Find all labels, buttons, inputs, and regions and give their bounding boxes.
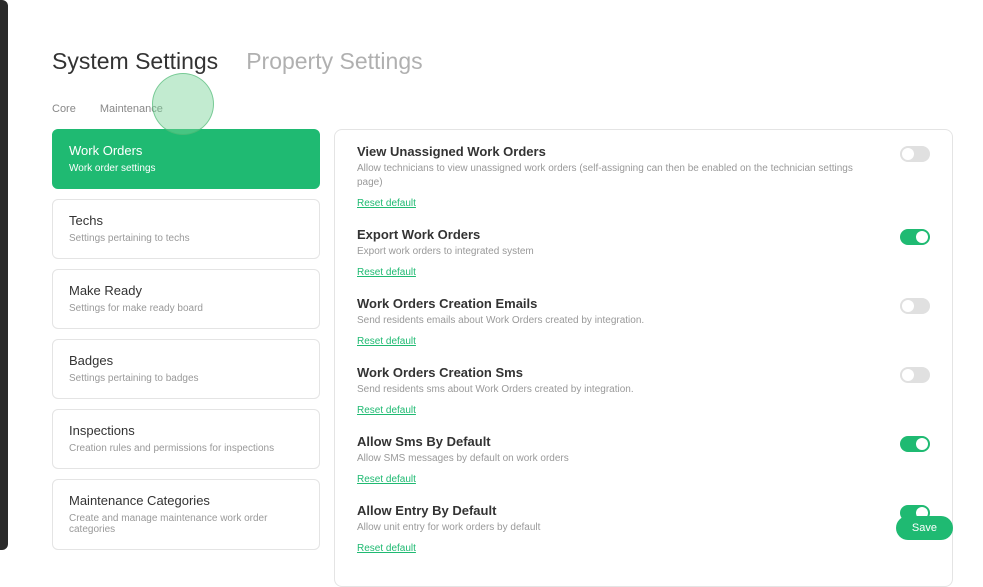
setting-desc: Allow unit entry for work orders by defa… bbox=[357, 521, 880, 535]
setting-desc: Allow SMS messages by default on work or… bbox=[357, 452, 880, 466]
settings-panel: View Unassigned Work Orders Allow techni… bbox=[334, 129, 953, 587]
reset-default-link[interactable]: Reset default bbox=[357, 543, 416, 554]
sidebar-item-sub: Create and manage maintenance work order… bbox=[69, 513, 303, 535]
toggle-view-unassigned[interactable] bbox=[900, 146, 930, 162]
setting-desc: Send residents emails about Work Orders … bbox=[357, 314, 880, 328]
sidebar-item-sub: Settings pertaining to techs bbox=[69, 233, 303, 244]
setting-title: Export Work Orders bbox=[357, 227, 880, 242]
sidebar-item-sub: Settings for make ready board bbox=[69, 303, 303, 314]
sidebar-item-title: Work Orders bbox=[69, 143, 303, 158]
reset-default-link[interactable]: Reset default bbox=[357, 405, 416, 416]
sidebar-item-techs[interactable]: Techs Settings pertaining to techs bbox=[52, 199, 320, 259]
setting-title: Allow Sms By Default bbox=[357, 434, 880, 449]
setting-title: Work Orders Creation Emails bbox=[357, 296, 880, 311]
reset-default-link[interactable]: Reset default bbox=[357, 267, 416, 278]
reset-default-link[interactable]: Reset default bbox=[357, 336, 416, 347]
tab-property-settings[interactable]: Property Settings bbox=[246, 48, 422, 75]
save-button[interactable]: Save bbox=[896, 516, 953, 540]
sidebar-item-work-orders[interactable]: Work Orders Work order settings bbox=[52, 129, 320, 189]
toggle-creation-emails[interactable] bbox=[900, 298, 930, 314]
setting-title: View Unassigned Work Orders bbox=[357, 144, 880, 159]
tab-system-settings[interactable]: System Settings bbox=[52, 48, 218, 75]
reset-default-link[interactable]: Reset default bbox=[357, 198, 416, 209]
setting-export-work-orders: Export Work Orders Export work orders to… bbox=[357, 227, 930, 280]
setting-creation-sms: Work Orders Creation Sms Send residents … bbox=[357, 365, 930, 418]
sidebar: Work Orders Work order settings Techs Se… bbox=[52, 129, 320, 587]
left-edge-decoration bbox=[0, 0, 8, 550]
sidebar-item-title: Inspections bbox=[69, 423, 303, 438]
sidebar-item-sub: Settings pertaining to badges bbox=[69, 373, 303, 384]
subtab-core[interactable]: Core bbox=[52, 103, 76, 115]
setting-title: Work Orders Creation Sms bbox=[357, 365, 880, 380]
sidebar-item-make-ready[interactable]: Make Ready Settings for make ready board bbox=[52, 269, 320, 329]
sidebar-item-title: Techs bbox=[69, 213, 303, 228]
setting-view-unassigned: View Unassigned Work Orders Allow techni… bbox=[357, 144, 930, 211]
setting-desc: Allow technicians to view unassigned wor… bbox=[357, 162, 880, 190]
subtab-maintenance[interactable]: Maintenance bbox=[100, 103, 163, 115]
setting-desc: Send residents sms about Work Orders cre… bbox=[357, 383, 880, 397]
sidebar-item-maintenance-categories[interactable]: Maintenance Categories Create and manage… bbox=[52, 479, 320, 550]
sidebar-item-sub: Work order settings bbox=[69, 163, 303, 174]
sidebar-item-title: Make Ready bbox=[69, 283, 303, 298]
top-tabs: System Settings Property Settings bbox=[52, 48, 953, 75]
setting-allow-sms-default: Allow Sms By Default Allow SMS messages … bbox=[357, 434, 930, 487]
setting-desc: Export work orders to integrated system bbox=[357, 245, 880, 259]
toggle-export-work-orders[interactable] bbox=[900, 229, 930, 245]
sidebar-item-badges[interactable]: Badges Settings pertaining to badges bbox=[52, 339, 320, 399]
setting-creation-emails: Work Orders Creation Emails Send residen… bbox=[357, 296, 930, 349]
toggle-allow-sms-default[interactable] bbox=[900, 436, 930, 452]
sidebar-item-title: Badges bbox=[69, 353, 303, 368]
toggle-creation-sms[interactable] bbox=[900, 367, 930, 383]
setting-title: Allow Entry By Default bbox=[357, 503, 880, 518]
reset-default-link[interactable]: Reset default bbox=[357, 474, 416, 485]
sidebar-item-sub: Creation rules and permissions for inspe… bbox=[69, 443, 303, 454]
sub-tabs: Core Maintenance bbox=[52, 103, 953, 115]
sidebar-item-title: Maintenance Categories bbox=[69, 493, 303, 508]
sidebar-item-inspections[interactable]: Inspections Creation rules and permissio… bbox=[52, 409, 320, 469]
setting-allow-entry-default: Allow Entry By Default Allow unit entry … bbox=[357, 503, 930, 556]
